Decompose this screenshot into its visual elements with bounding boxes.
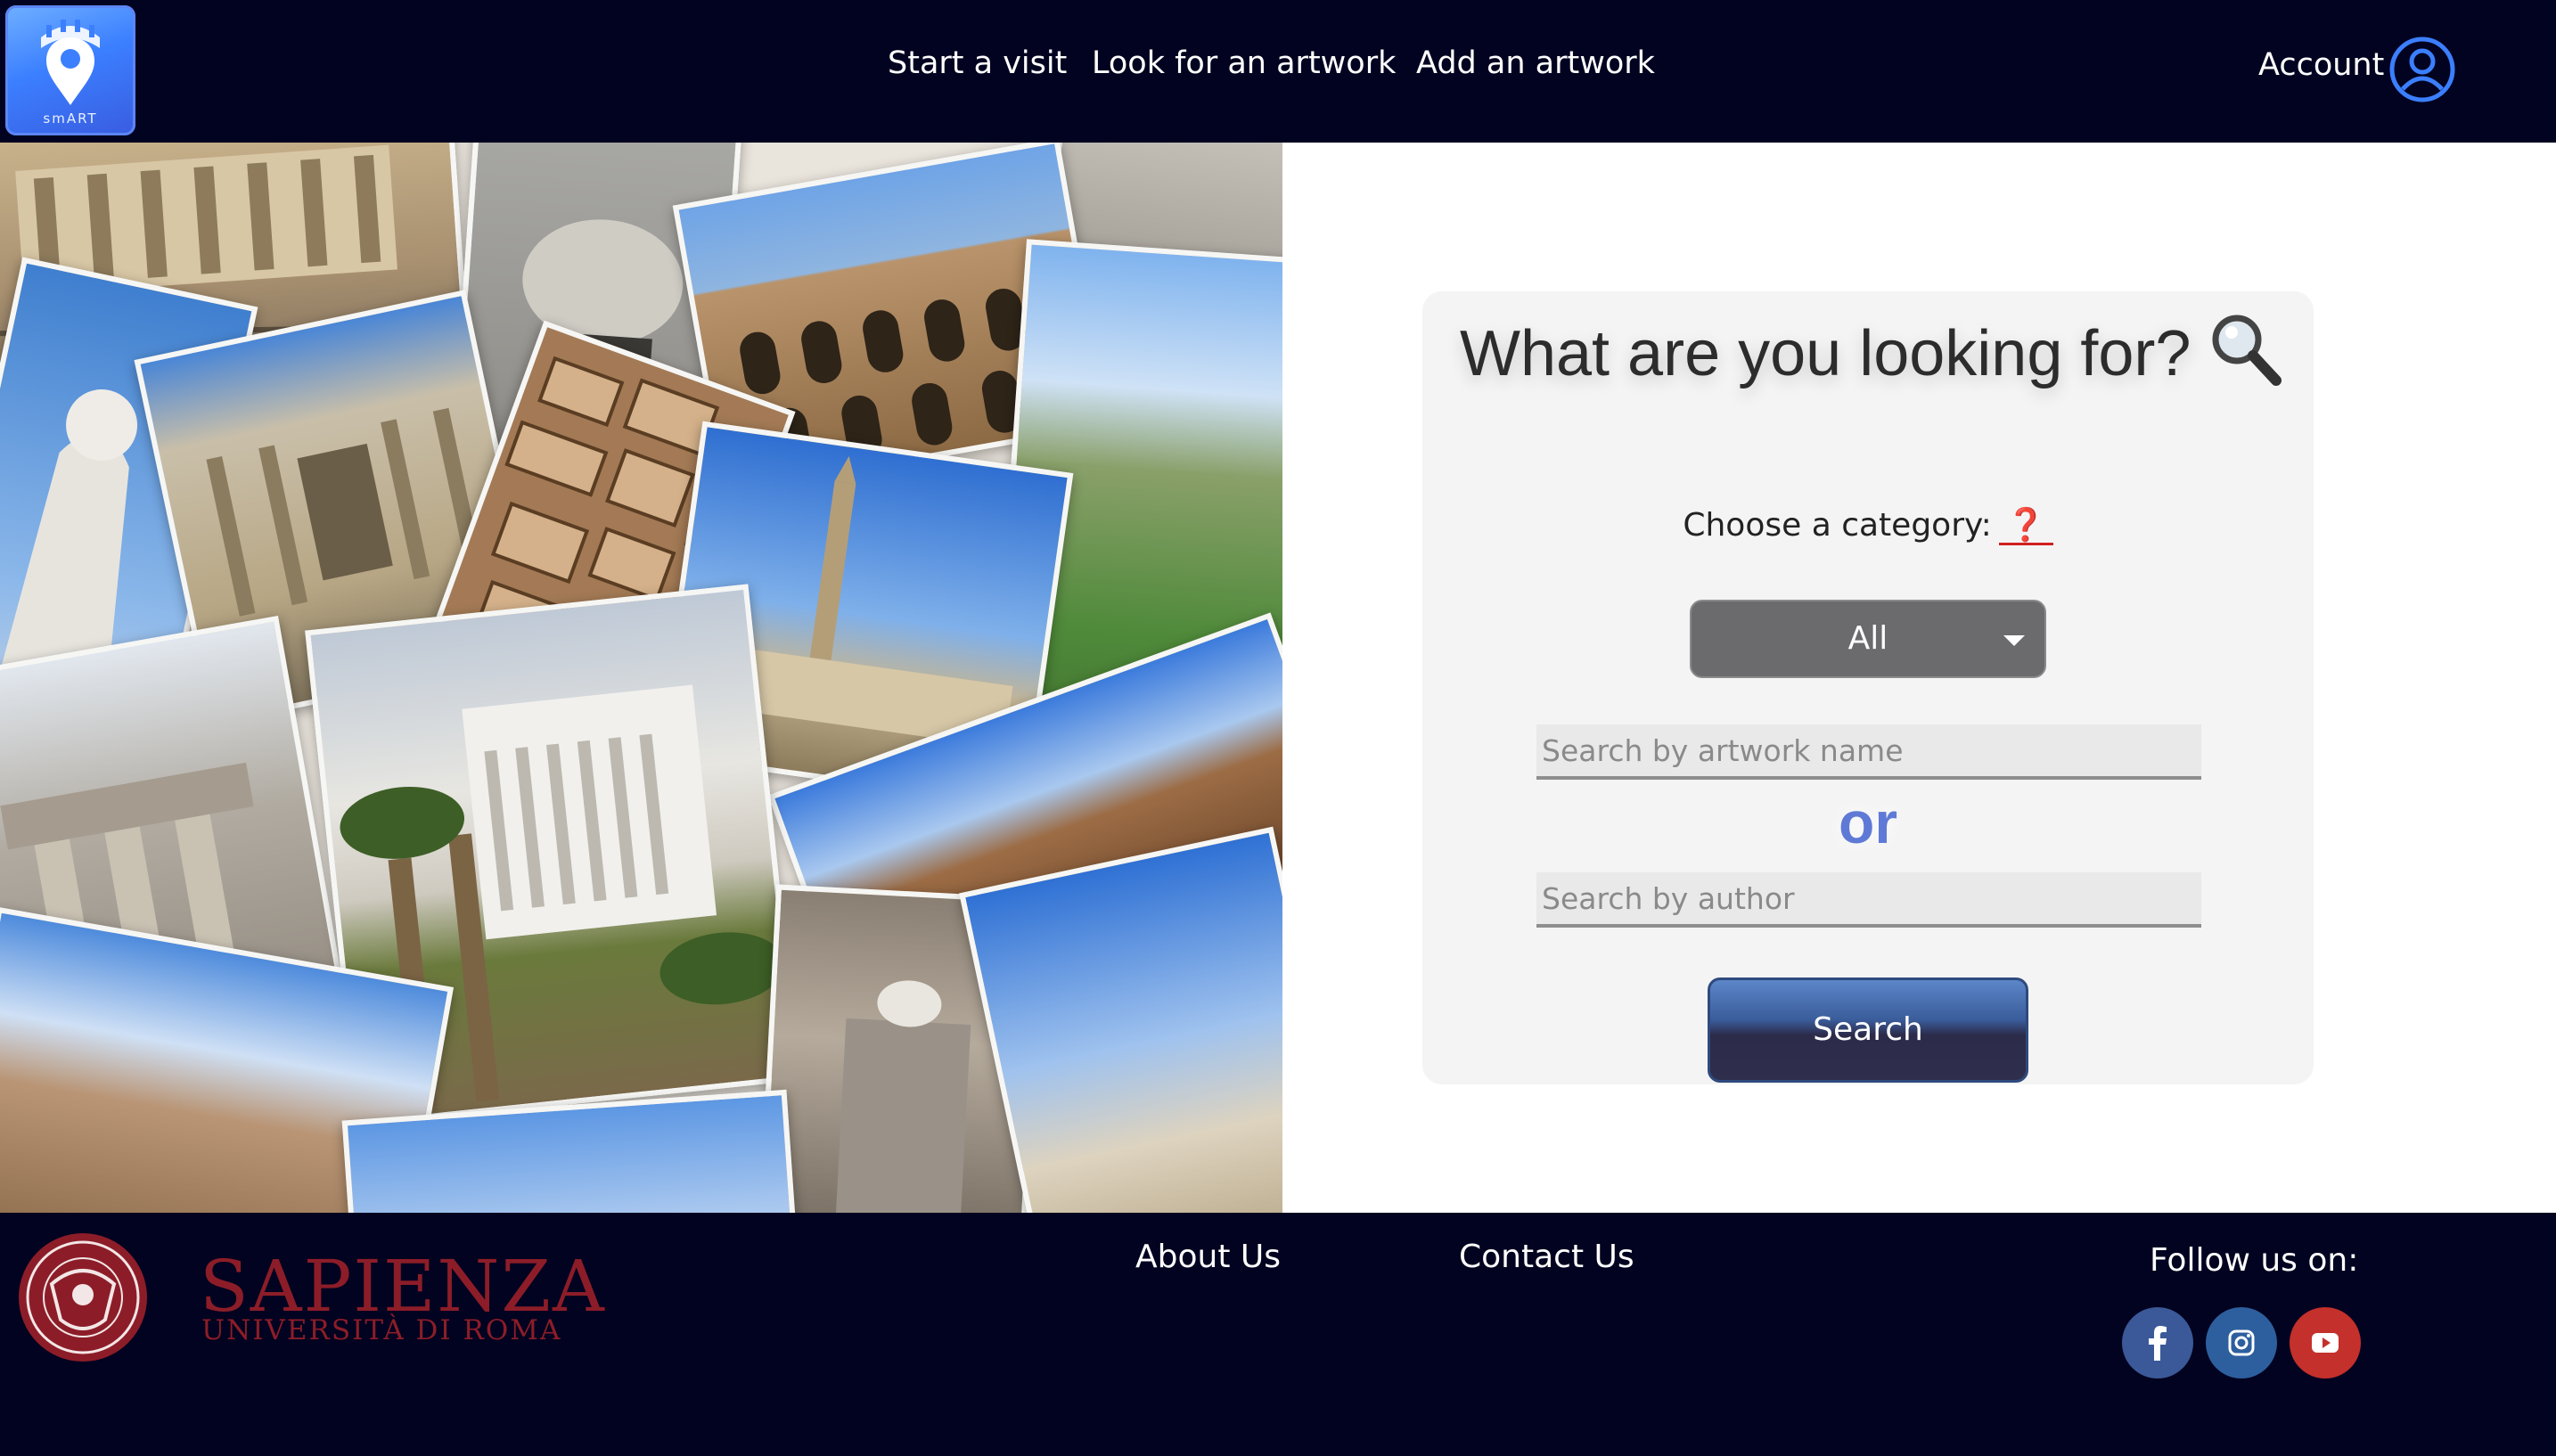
university-subtitle: Università di Roma [201,1314,562,1346]
author-input[interactable] [1536,872,2201,928]
instagram-button[interactable] [2206,1307,2277,1378]
account-link[interactable]: Account [2258,43,2384,87]
or-separator: or [1839,789,1897,855]
artwork-name-input[interactable] [1536,724,2201,780]
search-panel: What are you looking for? Choose a categ… [1422,291,2314,1084]
youtube-icon [2312,1333,2339,1353]
caret-down-icon [2003,635,2025,646]
footer: Sapienza Università di Roma About Us Con… [0,1213,2556,1456]
facebook-icon [2149,1326,2167,1361]
page-title: What are you looking for? [1460,318,2191,389]
search-button[interactable]: Search [1708,977,2028,1083]
category-label-row: Choose a category: ❓ [1422,503,2314,548]
category-selected-value: All [1847,620,1888,657]
app-logo[interactable]: smART [5,5,135,135]
top-navbar: smART Start a visit Look for an artwork … [0,0,2556,143]
nav-add-artwork[interactable]: Add an artwork [1416,41,1655,86]
help-icon[interactable]: ❓ [1998,509,2053,545]
youtube-button[interactable] [2290,1307,2361,1378]
follow-label: Follow us on: [2150,1242,2359,1279]
magnifier-icon [2212,315,2282,386]
nav-start-visit[interactable]: Start a visit [888,41,1067,86]
account-icon[interactable] [2388,36,2456,103]
category-label: Choose a category: [1683,507,1992,544]
category-select[interactable]: All [1690,600,2046,678]
rome-collage-image [0,143,1282,1213]
contact-us-link[interactable]: Contact Us [1459,1231,1634,1284]
instagram-icon [2228,1329,2255,1356]
facebook-button[interactable] [2122,1307,2193,1378]
sapienza-seal-icon [19,1233,147,1362]
about-us-link[interactable]: About Us [1135,1231,1281,1284]
nav-look-for-artwork[interactable]: Look for an artwork [1092,41,1396,86]
logo-text: smART [43,110,98,127]
